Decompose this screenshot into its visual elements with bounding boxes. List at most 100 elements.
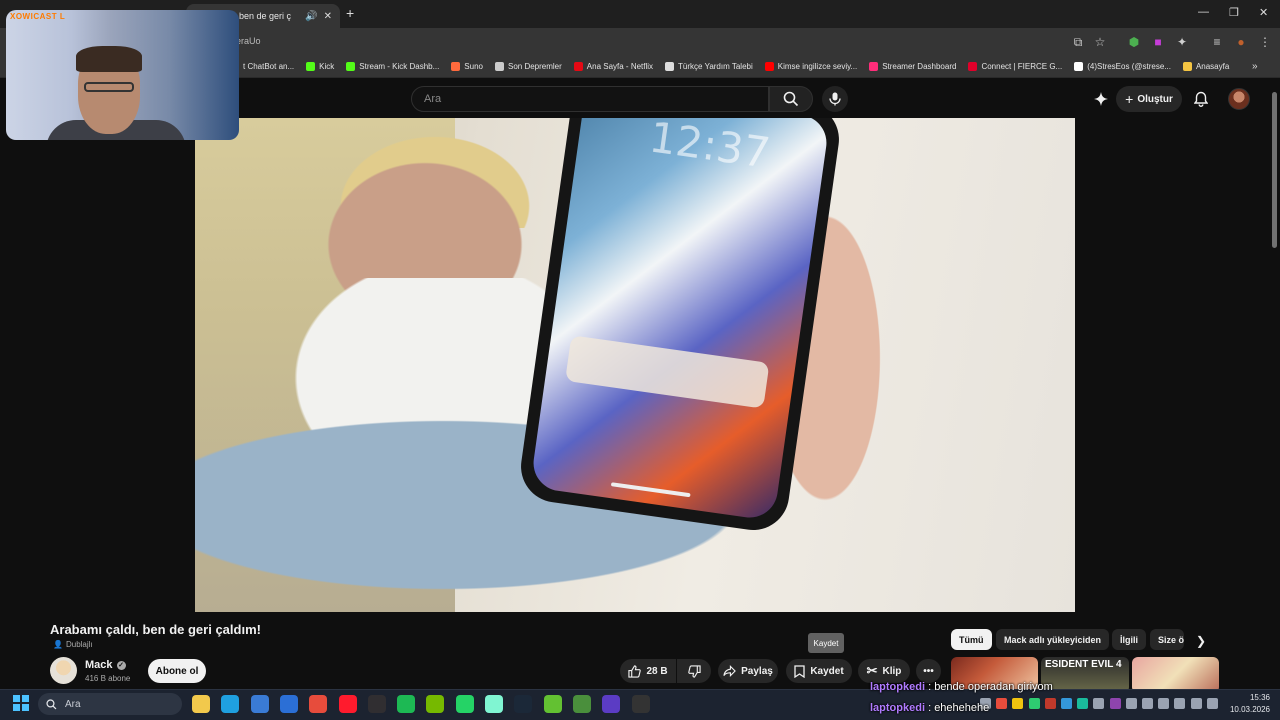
tray-icon[interactable] — [996, 698, 1007, 709]
webcam-hair — [76, 46, 142, 72]
video-player[interactable]: 12:37 — [195, 118, 1075, 612]
account-avatar[interactable] — [1228, 88, 1250, 110]
bookmark-item[interactable]: Suno — [451, 62, 483, 71]
chip-from-uploader[interactable]: Mack adlı yükleyiciden — [996, 629, 1110, 650]
browser-menu-icon[interactable]: ⋮ — [1257, 34, 1273, 50]
outlook-icon[interactable] — [280, 695, 298, 713]
chip-all[interactable]: Tümü — [951, 629, 992, 650]
tray-icon[interactable] — [1110, 698, 1121, 709]
save-button[interactable]: Kaydet — [786, 659, 852, 683]
bookmark-item[interactable]: Türkçe Yardım Talebi — [665, 62, 753, 71]
bookmark-item[interactable]: Stream - Kick Dashb... — [346, 62, 439, 71]
bookmark-favicon-icon — [346, 62, 356, 71]
speaker-icon[interactable]: 🔊 — [305, 11, 317, 22]
streamlabs-icon[interactable] — [485, 695, 503, 713]
tray-icon[interactable] — [1126, 698, 1137, 709]
chevron-right-icon[interactable]: ❯ — [1196, 634, 1206, 648]
chat-message: laptopkedi : bende operadan giriyom — [870, 681, 1053, 693]
recommended-thumbnail[interactable]: ESIDENT EVIL 4 — [1041, 657, 1129, 693]
tray-icon[interactable] — [1191, 698, 1202, 709]
maximize-icon[interactable]: ❐ — [1229, 6, 1239, 19]
recommended-thumbnail[interactable] — [1132, 657, 1219, 693]
bookmark-item[interactable]: t ChatBot an... — [230, 62, 294, 71]
file-explorer-icon[interactable] — [192, 695, 210, 713]
notifications-bell-icon[interactable] — [1190, 88, 1212, 110]
epic-icon[interactable] — [632, 695, 650, 713]
dislike-button[interactable] — [677, 659, 711, 683]
tab-search-icon[interactable]: ≡ — [1209, 34, 1225, 50]
spotify-icon[interactable] — [397, 695, 415, 713]
tray-icon[interactable] — [1158, 698, 1169, 709]
share-button[interactable]: Paylaş — [718, 659, 778, 683]
windows-start-icon[interactable] — [13, 695, 29, 711]
bookmarks-overflow-icon[interactable]: » — [1252, 61, 1258, 72]
clip-label: Klip — [882, 665, 902, 677]
new-tab-icon[interactable]: + — [346, 5, 354, 21]
bookmark-favicon-icon — [573, 62, 583, 71]
bookmark-icon — [794, 664, 805, 678]
search-input[interactable]: Ara — [411, 86, 769, 112]
tray-icon[interactable] — [1093, 698, 1104, 709]
more-actions-button[interactable]: ••• — [916, 659, 941, 683]
extension-shield-icon[interactable]: ⬢ — [1126, 34, 1142, 50]
like-button[interactable]: 28 B — [620, 659, 676, 683]
tray-icon[interactable] — [1142, 698, 1153, 709]
video-title: Arabamı çaldı, ben de geri çaldım! — [50, 622, 261, 637]
extensions-puzzle-icon[interactable]: ✦ — [1174, 34, 1190, 50]
voice-search-button[interactable] — [822, 86, 848, 112]
bookmark-favicon-icon — [1074, 62, 1084, 71]
extension-twitch-icon[interactable]: ■ — [1150, 34, 1166, 50]
bookmark-star-icon[interactable]: ☆ — [1092, 34, 1108, 50]
chrome-icon[interactable] — [309, 695, 327, 713]
install-app-icon[interactable]: ⧉ — [1070, 34, 1086, 50]
bookmark-item[interactable]: Kick — [306, 62, 334, 71]
riot-icon[interactable] — [602, 695, 620, 713]
obs-icon[interactable] — [368, 695, 386, 713]
store-icon[interactable] — [251, 695, 269, 713]
create-label: Oluştur — [1137, 93, 1173, 105]
nvidia-icon[interactable] — [426, 695, 444, 713]
create-button[interactable]: + Oluştur — [1116, 86, 1182, 112]
chat-message: laptopkedi : ehehehehe — [870, 702, 989, 714]
subscribe-button[interactable]: Abone ol — [148, 659, 206, 683]
chip-related[interactable]: İlgili — [1112, 629, 1146, 650]
bookmark-item[interactable]: Connect | FIERCE G... — [968, 62, 1062, 71]
webcam-glasses — [84, 82, 134, 92]
webcam-overlay — [6, 10, 239, 140]
window-close-icon[interactable]: ✕ — [1259, 6, 1268, 19]
minecraft-icon[interactable] — [573, 695, 591, 713]
channel-avatar[interactable] — [50, 657, 77, 684]
tray-icon[interactable] — [1045, 698, 1056, 709]
bookmark-item[interactable]: Streamer Dashboard — [869, 62, 956, 71]
bookmark-item[interactable]: Son Depremler — [494, 62, 562, 71]
tray-icon[interactable] — [1174, 698, 1185, 709]
bookmark-item[interactable]: Ana Sayfa - Netflix — [573, 62, 653, 71]
page-scrollbar[interactable] — [1272, 92, 1277, 248]
bookmark-item[interactable]: Kimse ingilizce seviy... — [764, 62, 857, 71]
search-button[interactable] — [769, 86, 813, 112]
bookmark-item[interactable]: (4)StresEos (@strese... — [1074, 62, 1171, 71]
clip-button[interactable]: ✂ Klip — [858, 659, 910, 683]
url-text[interactable]: eraUo — [236, 36, 261, 46]
minimize-icon[interactable]: — — [1198, 6, 1209, 18]
tray-icon[interactable] — [1077, 698, 1088, 709]
tray-icon[interactable] — [1061, 698, 1072, 709]
steam-icon[interactable] — [514, 695, 532, 713]
channel-name[interactable]: Mack ✓ — [85, 659, 126, 671]
alien-icon[interactable] — [544, 695, 562, 713]
taskbar-search-input[interactable]: Ara — [38, 693, 182, 715]
chip-for-you[interactable]: Size ö — [1150, 629, 1184, 650]
opera-icon[interactable] — [339, 695, 357, 713]
bookmark-favicon-icon — [968, 62, 978, 71]
edge-icon[interactable] — [221, 695, 239, 713]
gemini-sparkle-icon[interactable] — [1090, 88, 1112, 110]
tab-close-icon[interactable]: ✕ — [324, 11, 332, 22]
share-icon — [723, 665, 736, 677]
profile-icon[interactable]: ● — [1233, 34, 1249, 50]
whatsapp-icon[interactable] — [456, 695, 474, 713]
tray-icon[interactable] — [1207, 698, 1218, 709]
tray-icon[interactable] — [1012, 698, 1023, 709]
bookmark-item[interactable]: Anasayfa — [1182, 62, 1229, 71]
save-tooltip: Kaydet — [808, 633, 844, 653]
tray-icon[interactable] — [1029, 698, 1040, 709]
